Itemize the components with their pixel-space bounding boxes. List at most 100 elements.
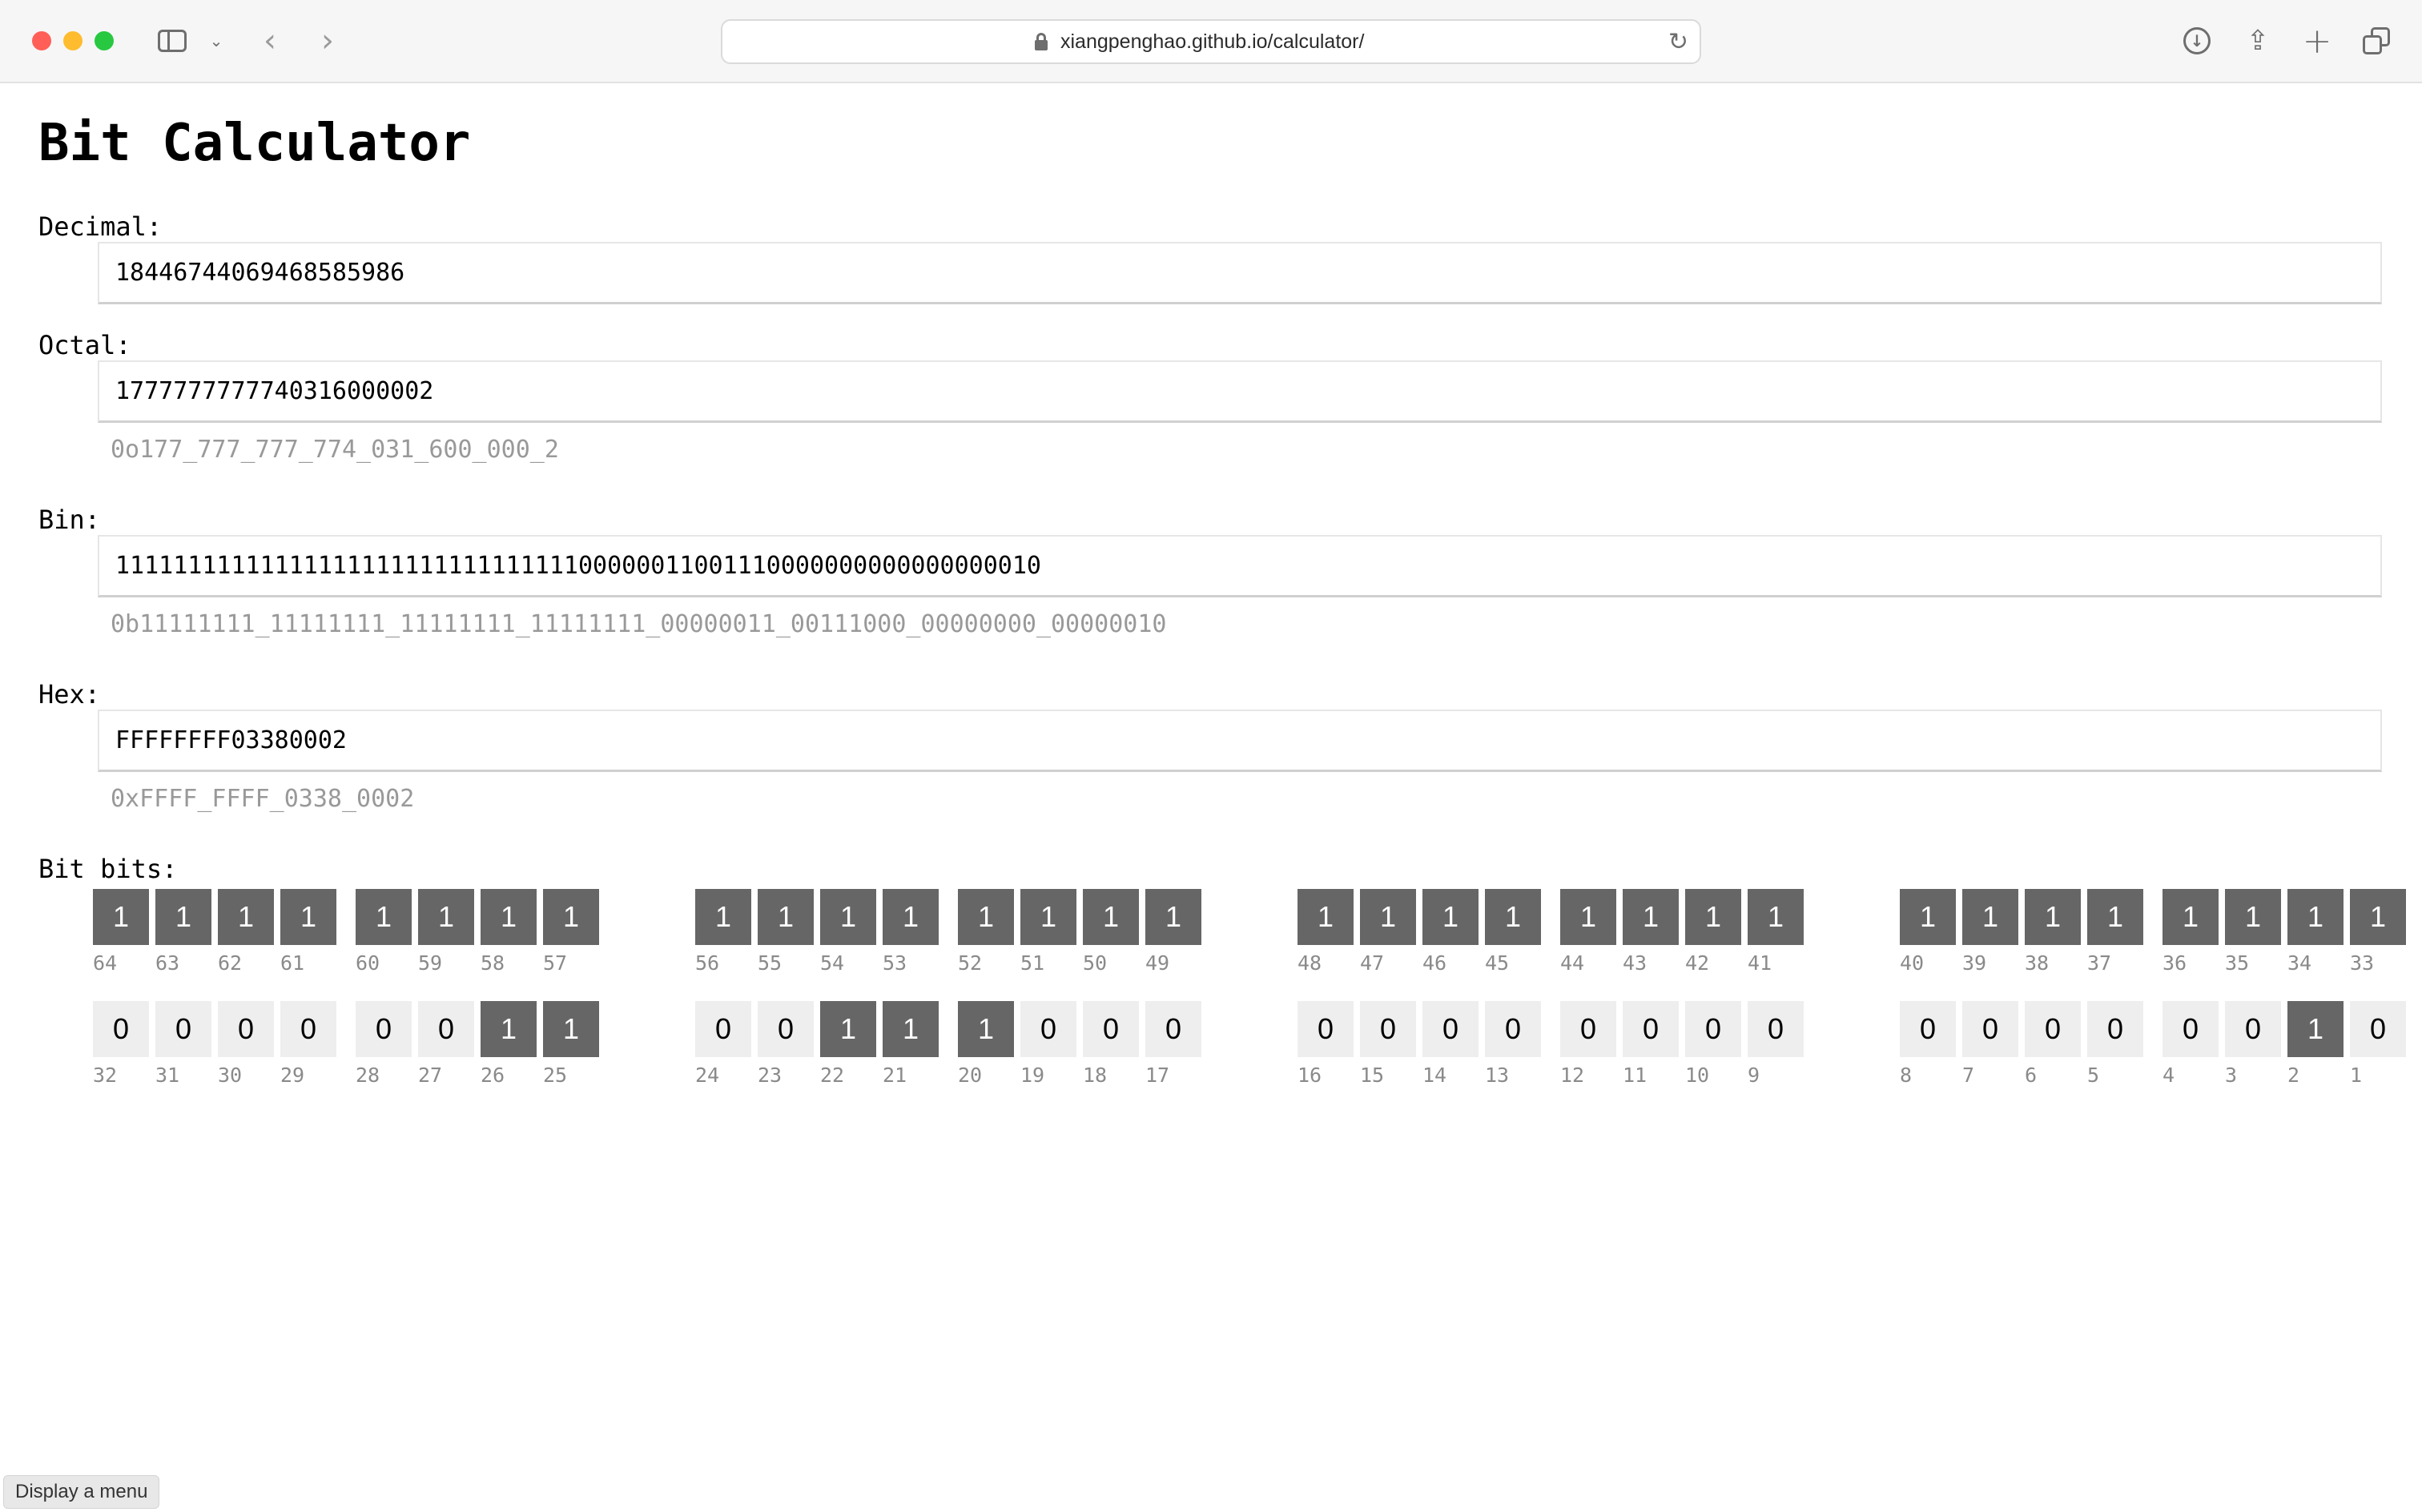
bit-toggle[interactable]: 0 [2225,1001,2281,1057]
bit-toggle[interactable]: 0 [1623,1001,1679,1057]
octal-input[interactable] [98,360,2382,423]
bit-toggle[interactable]: 1 [820,1001,876,1057]
bit-cell: 1 35 [2225,889,2281,975]
bit-toggle[interactable]: 0 [1748,1001,1804,1057]
bit-cell: 0 14 [1422,1001,1479,1087]
bit-toggle[interactable]: 0 [218,1001,274,1057]
bit-toggle[interactable]: 1 [1422,889,1479,945]
bit-toggle[interactable]: 1 [1623,889,1679,945]
bit-toggle[interactable]: 1 [958,1001,1014,1057]
bit-toggle[interactable]: 1 [1485,889,1541,945]
bit-toggle[interactable]: 1 [2287,1001,2344,1057]
bit-index-label: 7 [1962,1064,1975,1087]
chevron-down-icon[interactable]: ⌄ [207,24,226,58]
bit-toggle[interactable]: 0 [1298,1001,1354,1057]
bit-toggle[interactable]: 0 [1422,1001,1479,1057]
bit-toggle[interactable]: 1 [356,889,412,945]
bit-toggle[interactable]: 1 [1020,889,1076,945]
bit-toggle[interactable]: 0 [758,1001,814,1057]
bit-toggle[interactable]: 1 [2025,889,2081,945]
bit-toggle[interactable]: 0 [418,1001,474,1057]
bit-toggle[interactable]: 0 [1685,1001,1741,1057]
bit-cell: 1 63 [155,889,211,975]
bit-toggle[interactable]: 1 [820,889,876,945]
bit-cell: 0 10 [1685,1001,1741,1087]
bit-cell: 1 47 [1360,889,1416,975]
bit-toggle[interactable]: 1 [1145,889,1201,945]
bit-toggle[interactable]: 0 [2350,1001,2406,1057]
bit-index-label: 22 [820,1064,845,1087]
bin-input[interactable] [98,535,2382,597]
bit-toggle[interactable]: 1 [155,889,211,945]
bit-cell: 1 34 [2287,889,2344,975]
bit-toggle[interactable]: 1 [1900,889,1956,945]
bit-toggle[interactable]: 1 [218,889,274,945]
bit-toggle[interactable]: 1 [481,889,537,945]
bit-toggle[interactable]: 1 [2087,889,2143,945]
bit-index-label: 61 [280,951,305,975]
maximize-window-button[interactable] [95,31,114,50]
bit-toggle[interactable]: 1 [2350,889,2406,945]
bit-toggle[interactable]: 1 [2225,889,2281,945]
bit-toggle[interactable]: 0 [1560,1001,1616,1057]
bit-toggle[interactable]: 1 [481,1001,537,1057]
bit-toggle[interactable]: 0 [1145,1001,1201,1057]
bit-toggle[interactable]: 1 [958,889,1014,945]
tab-overview-icon[interactable] [2360,24,2393,58]
bit-toggle[interactable]: 1 [2287,889,2344,945]
bit-index-label: 24 [695,1064,720,1087]
bit-cell: 01 [2350,1001,2406,1087]
bit-toggle[interactable]: 0 [1900,1001,1956,1057]
bit-toggle[interactable]: 1 [758,889,814,945]
bit-toggle[interactable]: 0 [280,1001,336,1057]
bit-toggle[interactable]: 1 [543,889,599,945]
bit-toggle[interactable]: 0 [1360,1001,1416,1057]
bit-toggle[interactable]: 0 [1962,1001,2018,1057]
bit-toggle[interactable]: 0 [1485,1001,1541,1057]
reload-icon[interactable]: ↻ [1668,28,1688,56]
forward-icon[interactable]: › [316,22,340,59]
address-bar[interactable]: xiangpenghao.github.io/calculator/ ↻ [721,19,1701,64]
bit-toggle[interactable]: 1 [2162,889,2219,945]
bit-toggle[interactable]: 1 [695,889,751,945]
bit-toggle[interactable]: 1 [1360,889,1416,945]
bit-cell: 07 [1962,1001,2018,1087]
bit-toggle[interactable]: 1 [1298,889,1354,945]
bit-cell: 1 45 [1485,889,1541,975]
bit-toggle[interactable]: 1 [1748,889,1804,945]
url-text[interactable]: xiangpenghao.github.io/calculator/ [1060,30,1364,54]
bit-toggle[interactable]: 1 [543,1001,599,1057]
bit-toggle[interactable]: 0 [695,1001,751,1057]
bit-toggle[interactable]: 0 [1083,1001,1139,1057]
bit-toggle[interactable]: 0 [2025,1001,2081,1057]
sidebar-icon[interactable] [155,24,189,58]
decimal-input[interactable] [98,242,2382,304]
bit-toggle[interactable]: 1 [1962,889,2018,945]
bit-toggle[interactable]: 0 [2162,1001,2219,1057]
bit-toggle[interactable]: 1 [280,889,336,945]
bit-toggle[interactable]: 0 [155,1001,211,1057]
new-tab-icon[interactable]: + [2300,21,2334,62]
bit-toggle[interactable]: 1 [1685,889,1741,945]
bit-toggle[interactable]: 1 [1560,889,1616,945]
bit-index-label: 48 [1298,951,1322,975]
bit-toggle[interactable]: 1 [883,1001,939,1057]
bit-toggle[interactable]: 0 [1020,1001,1076,1057]
minimize-window-button[interactable] [63,31,82,50]
share-icon[interactable]: ⇪ [2241,24,2275,58]
bit-toggle[interactable]: 1 [418,889,474,945]
bit-toggle[interactable]: 1 [1083,889,1139,945]
close-window-button[interactable] [32,31,51,50]
hex-input[interactable] [98,710,2382,772]
bit-toggle[interactable]: 0 [2087,1001,2143,1057]
bit-cell: 0 11 [1623,1001,1679,1087]
bit-toggle[interactable]: 1 [883,889,939,945]
bit-cell: 03 [2225,1001,2281,1087]
bit-toggle[interactable]: 1 [93,889,149,945]
bit-cell: 1 33 [2350,889,2406,975]
bit-index-label: 4 [2162,1064,2175,1087]
back-icon[interactable]: ‹ [258,22,282,59]
bit-toggle[interactable]: 0 [93,1001,149,1057]
bit-toggle[interactable]: 0 [356,1001,412,1057]
download-icon[interactable]: ↓ [2180,24,2214,58]
